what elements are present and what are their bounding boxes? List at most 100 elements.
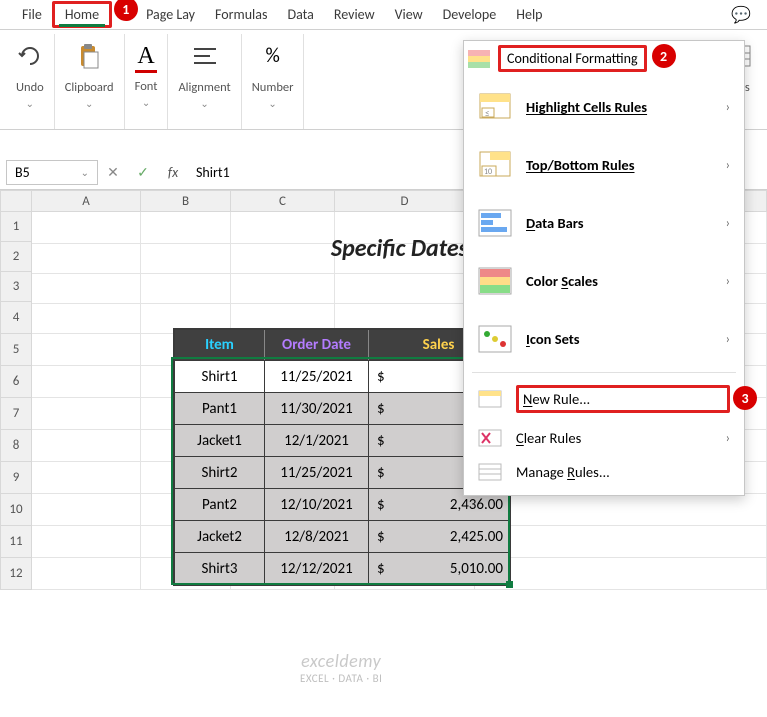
cell-item[interactable]: Shirt3 — [175, 552, 265, 584]
column-header[interactable]: B — [141, 190, 231, 212]
table-row[interactable]: Shirt111/25/2021$5,97 — [175, 360, 509, 392]
table-row[interactable]: Shirt312/12/2021$5,010.00 — [175, 552, 509, 584]
enter-formula-button[interactable]: ✓ — [128, 164, 158, 181]
row-header[interactable]: 12 — [0, 558, 32, 590]
cell-sales[interactable]: $2,425.00 — [369, 520, 509, 552]
menu-color-scales[interactable]: Color Scales › — [464, 252, 744, 310]
cell[interactable] — [32, 526, 141, 558]
cell-item[interactable]: Pant2 — [175, 488, 265, 520]
menu-highlight-cells-rules[interactable]: ≤ Highlight Cells Rules › — [464, 78, 744, 136]
tab-home[interactable]: Home — [52, 1, 112, 28]
cell[interactable] — [231, 272, 335, 304]
watermark: exceldemy EXCEL · DATA · BI — [300, 650, 382, 685]
row-header[interactable]: 10 — [0, 494, 32, 526]
select-all-corner[interactable] — [0, 190, 32, 212]
row-header[interactable]: 1 — [0, 212, 32, 242]
cell-item[interactable]: Jacket1 — [175, 424, 265, 456]
cell-date[interactable]: 12/8/2021 — [265, 520, 369, 552]
cell[interactable] — [335, 272, 475, 304]
cell[interactable] — [32, 462, 141, 494]
cell-item[interactable]: Shirt2 — [175, 456, 265, 488]
cell[interactable] — [475, 494, 767, 526]
cell[interactable] — [32, 430, 141, 462]
column-header[interactable]: C — [231, 190, 335, 212]
table-row[interactable]: Pant212/10/2021$2,436.00 — [175, 488, 509, 520]
cell[interactable] — [32, 242, 141, 274]
menu-icon-sets[interactable]: Icon Sets › — [464, 310, 744, 368]
column-header[interactable]: D — [335, 190, 475, 212]
tab-view[interactable]: View — [385, 2, 433, 27]
cell[interactable] — [32, 558, 141, 590]
chevron-down-icon: ⌄ — [81, 166, 89, 179]
cell[interactable] — [475, 526, 767, 558]
cell[interactable] — [231, 242, 335, 274]
column-header[interactable]: A — [32, 190, 141, 212]
cell-date[interactable]: 11/30/2021 — [265, 392, 369, 424]
row-header[interactable]: 9 — [0, 462, 32, 494]
cell[interactable] — [32, 272, 141, 304]
tab-formulas[interactable]: Formulas — [205, 2, 277, 27]
row-header[interactable]: 6 — [0, 366, 32, 398]
row-header[interactable]: 8 — [0, 430, 32, 462]
tab-page-layout[interactable]: Page Lay — [136, 2, 205, 27]
group-clipboard[interactable]: Clipboard ⌄ — [55, 34, 125, 129]
cell[interactable] — [32, 302, 141, 334]
cell-sales[interactable]: $5,010.00 — [369, 552, 509, 584]
cell[interactable] — [231, 212, 335, 244]
cell[interactable] — [32, 398, 141, 430]
conditional-formatting-button[interactable]: Conditional Formatting 2 — [464, 41, 744, 78]
name-box[interactable]: B5 ⌄ — [6, 160, 98, 185]
tab-review[interactable]: Review — [324, 2, 385, 27]
top-bottom-icon: 10 — [478, 150, 512, 180]
cell[interactable] — [32, 494, 141, 526]
cell-date[interactable]: 12/12/2021 — [265, 552, 369, 584]
cell[interactable] — [475, 558, 767, 590]
menu-clear-rules[interactable]: Clear Rules › — [464, 421, 744, 455]
menu-manage-rules[interactable]: Manage Rules... — [464, 455, 744, 489]
col-header-item: Item — [175, 330, 265, 360]
group-label: Clipboard — [65, 80, 114, 95]
table-row[interactable]: Pant111/30/2021$4,55 — [175, 392, 509, 424]
menu-new-rule[interactable]: New Rule... 3 — [464, 377, 744, 421]
group-alignment[interactable]: Alignment ⌄ — [168, 34, 241, 129]
cell-date[interactable]: 12/1/2021 — [265, 424, 369, 456]
row-header[interactable]: 5 — [0, 334, 32, 366]
cell[interactable] — [141, 242, 231, 274]
table-row[interactable]: Shirt211/25/2021$4,19 — [175, 456, 509, 488]
table-row[interactable]: Jacket212/8/2021$2,425.00 — [175, 520, 509, 552]
cell-item[interactable]: Jacket2 — [175, 520, 265, 552]
tab-data[interactable]: Data — [277, 2, 323, 27]
row-header[interactable]: 3 — [0, 272, 32, 302]
tab-developer[interactable]: Develope — [433, 2, 507, 27]
cell[interactable] — [141, 272, 231, 304]
comments-icon[interactable]: 💬 — [731, 5, 751, 25]
cell-date[interactable]: 11/25/2021 — [265, 456, 369, 488]
tab-help[interactable]: Help — [506, 2, 552, 27]
cell-date[interactable]: 12/10/2021 — [265, 488, 369, 520]
cell-item[interactable]: Pant1 — [175, 392, 265, 424]
cell[interactable] — [32, 366, 141, 398]
row-header[interactable]: 4 — [0, 302, 32, 334]
cell[interactable] — [32, 334, 141, 366]
row-header[interactable]: 2 — [0, 242, 32, 272]
cancel-formula-button[interactable]: ✕ — [98, 164, 128, 181]
menu-data-bars[interactable]: Data Bars › — [464, 194, 744, 252]
align-icon — [192, 38, 218, 74]
menu-top-bottom-rules[interactable]: 10 Top/Bottom Rules › — [464, 136, 744, 194]
tab-file[interactable]: File — [12, 2, 52, 27]
icon-sets-icon — [478, 324, 512, 354]
cell[interactable] — [335, 212, 475, 244]
row-header[interactable]: 11 — [0, 526, 32, 558]
insert-function-button[interactable]: fx — [158, 164, 188, 181]
cell-date[interactable]: 11/25/2021 — [265, 360, 369, 392]
selection-handle[interactable] — [506, 581, 513, 588]
cell[interactable] — [32, 212, 141, 244]
cell[interactable] — [141, 212, 231, 244]
cell[interactable] — [335, 242, 475, 274]
group-number[interactable]: % Number ⌄ — [242, 34, 305, 129]
table-row[interactable]: Jacket112/1/2021$4,58 — [175, 424, 509, 456]
group-font[interactable]: A Font ⌄ — [125, 34, 169, 129]
row-header[interactable]: 7 — [0, 398, 32, 430]
group-undo[interactable]: Undo ⌄ — [6, 34, 55, 129]
cell-item[interactable]: Shirt1 — [175, 360, 265, 392]
